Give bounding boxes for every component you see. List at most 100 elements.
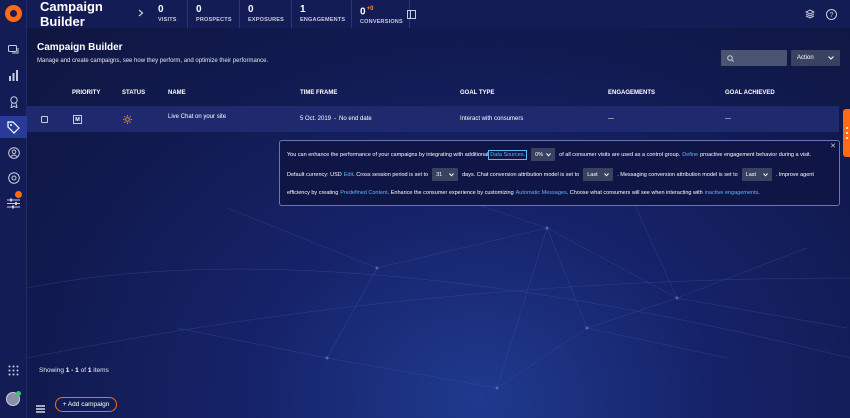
info-text: days. Chat conversion attribution model … xyxy=(462,171,580,178)
metric-label: CONVERSIONS xyxy=(360,19,403,26)
engagements-value: — xyxy=(608,116,614,122)
edit-currency-link[interactable]: Edit xyxy=(344,172,353,178)
column-header-goal-type[interactable]: GOAL TYPE xyxy=(460,90,495,96)
metric-value: 0 xyxy=(196,4,202,15)
logo-icon[interactable] xyxy=(5,5,22,22)
conversations-icon[interactable] xyxy=(6,43,21,58)
metric-value: 0 xyxy=(158,4,164,15)
campaign-name-link[interactable]: Live Chat on your site xyxy=(168,114,226,120)
metric-prospects[interactable]: 0 PROSPECTS xyxy=(188,0,240,28)
priority-badge: M xyxy=(73,115,82,124)
metric-value: 1 xyxy=(300,4,306,15)
metric-conversions[interactable]: 0+0 CONVERSIONS xyxy=(352,0,410,28)
info-text: . Cross session period is set to xyxy=(353,171,429,178)
goal-achieved-value: — xyxy=(725,116,731,122)
select-value: Last xyxy=(587,171,598,178)
info-text: . Messaging conversion attribution model… xyxy=(617,171,738,178)
info-text: . Choose what consumers will see when in… xyxy=(566,190,703,196)
app-title: Campaign Builder xyxy=(40,0,103,29)
column-header-engagements[interactable]: ENGAGEMENTS xyxy=(608,90,655,96)
settings-sliders-icon[interactable] xyxy=(6,196,21,211)
table-header: PRIORITY STATUS NAME TIME FRAME GOAL TYP… xyxy=(27,84,850,104)
online-status-dot xyxy=(16,391,21,396)
apps-grid-icon[interactable] xyxy=(6,363,21,378)
metric-value: 0 xyxy=(360,6,366,18)
chevron-right-icon[interactable] xyxy=(138,9,150,20)
info-text: . Enhance the consumer experience by cus… xyxy=(387,190,514,196)
info-line-3: efficiency by creating Predefined Conten… xyxy=(287,190,760,196)
automatic-messages-link[interactable]: Automatic Messages xyxy=(516,190,567,196)
pagination-summary: Showing 1 - 1 of 1 items xyxy=(39,367,109,374)
info-text: Default currency: USD xyxy=(287,171,342,178)
metric-label: EXPOSURES xyxy=(248,17,285,23)
metric-value: 0 xyxy=(248,4,254,15)
status-active-sun-icon xyxy=(123,115,132,124)
select-value: Last xyxy=(745,171,757,178)
action-dropdown[interactable]: Action xyxy=(791,50,840,66)
select-value: 0% xyxy=(535,151,544,158)
chevron-down-icon xyxy=(604,172,610,177)
info-panel: ✕ You can enhance the performance of you… xyxy=(279,140,840,206)
automation-icon[interactable] xyxy=(6,170,21,185)
column-header-priority[interactable]: PRIORITY xyxy=(72,90,100,96)
showing-items: items xyxy=(93,367,109,374)
chat-attribution-select[interactable]: Last xyxy=(583,168,614,181)
goal-type-value: Interact with consumers xyxy=(460,116,524,122)
close-icon[interactable]: ✕ xyxy=(830,142,836,150)
column-header-name[interactable]: NAME xyxy=(168,90,186,96)
info-line-1: You can enhance the performance of your … xyxy=(287,148,811,161)
metric-delta: +0 xyxy=(366,6,374,12)
search-box[interactable] xyxy=(721,50,787,66)
avatar[interactable] xyxy=(6,391,21,406)
info-text: You can enhance the performance of your … xyxy=(287,151,489,158)
search-icon xyxy=(727,54,734,62)
column-header-status[interactable]: STATUS xyxy=(122,90,145,96)
analytics-icon[interactable] xyxy=(6,68,21,83)
add-campaign-button[interactable]: + Add campaign xyxy=(55,397,117,412)
table-row[interactable]: M Live Chat on your site 5 Oct. 2019 - N… xyxy=(27,106,839,132)
metric-value-wrap: 0+0 xyxy=(360,4,409,17)
side-panel-handle[interactable] xyxy=(843,109,850,157)
data-sources-link[interactable]: Data Sources. xyxy=(488,149,528,160)
awards-icon[interactable] xyxy=(6,94,21,109)
app-window: Campaign Builder 0 VISITS 0 PROSPECTS 0 … xyxy=(0,0,850,418)
showing-of: of xyxy=(80,367,86,374)
users-icon[interactable] xyxy=(6,145,21,160)
page-subtitle: Manage and create campaigns, see how the… xyxy=(37,58,269,64)
search-input[interactable] xyxy=(737,55,777,61)
showing-range: 1 - 1 xyxy=(65,367,79,374)
predefined-content-link[interactable]: Predefined Content xyxy=(340,190,387,196)
metric-exposures[interactable]: 0 EXPOSURES xyxy=(240,0,292,28)
column-header-goal-achieved[interactable]: GOAL ACHIEVED xyxy=(725,90,775,96)
top-bar: Campaign Builder 0 VISITS 0 PROSPECTS 0 … xyxy=(27,0,850,29)
chevron-down-icon xyxy=(828,56,834,60)
help-icon[interactable]: ? xyxy=(825,8,837,20)
metric-visits[interactable]: 0 VISITS xyxy=(150,0,188,28)
timeframe-start: 5 Oct. 2019 xyxy=(300,116,332,122)
messaging-attribution-select[interactable]: Last xyxy=(741,168,772,181)
chevron-down-icon xyxy=(546,152,552,157)
sidebar-toggle-icon[interactable] xyxy=(405,8,417,20)
campaigns-tag-icon[interactable] xyxy=(0,116,27,138)
metric-engagements[interactable]: 1 ENGAGEMENTS xyxy=(292,0,352,28)
info-text: of all consumer visits are used as a con… xyxy=(559,151,681,158)
metric-label: VISITS xyxy=(158,17,177,23)
timeframe-separator: - xyxy=(334,116,336,122)
row-checkbox[interactable] xyxy=(41,116,48,123)
page-title: Campaign Builder xyxy=(37,42,123,53)
layers-icon[interactable] xyxy=(804,8,816,20)
showing-prefix: Showing xyxy=(39,367,64,374)
svg-text:?: ? xyxy=(829,12,833,19)
hamburger-menu-icon[interactable] xyxy=(36,400,45,413)
info-text: . Improve agent xyxy=(775,171,814,178)
control-group-select[interactable]: 0% xyxy=(531,148,556,161)
info-text: . xyxy=(758,190,760,196)
metric-label: ENGAGEMENTS xyxy=(300,17,346,23)
cross-session-period-select[interactable]: 31 xyxy=(432,168,459,181)
chevron-down-icon xyxy=(762,172,768,177)
select-value: 31 xyxy=(436,171,443,178)
showing-total: 1 xyxy=(87,367,92,374)
inactive-engagements-link[interactable]: inactive engagements xyxy=(705,190,759,196)
define-link[interactable]: Define xyxy=(682,152,698,158)
column-header-timeframe[interactable]: TIME FRAME xyxy=(300,90,337,96)
